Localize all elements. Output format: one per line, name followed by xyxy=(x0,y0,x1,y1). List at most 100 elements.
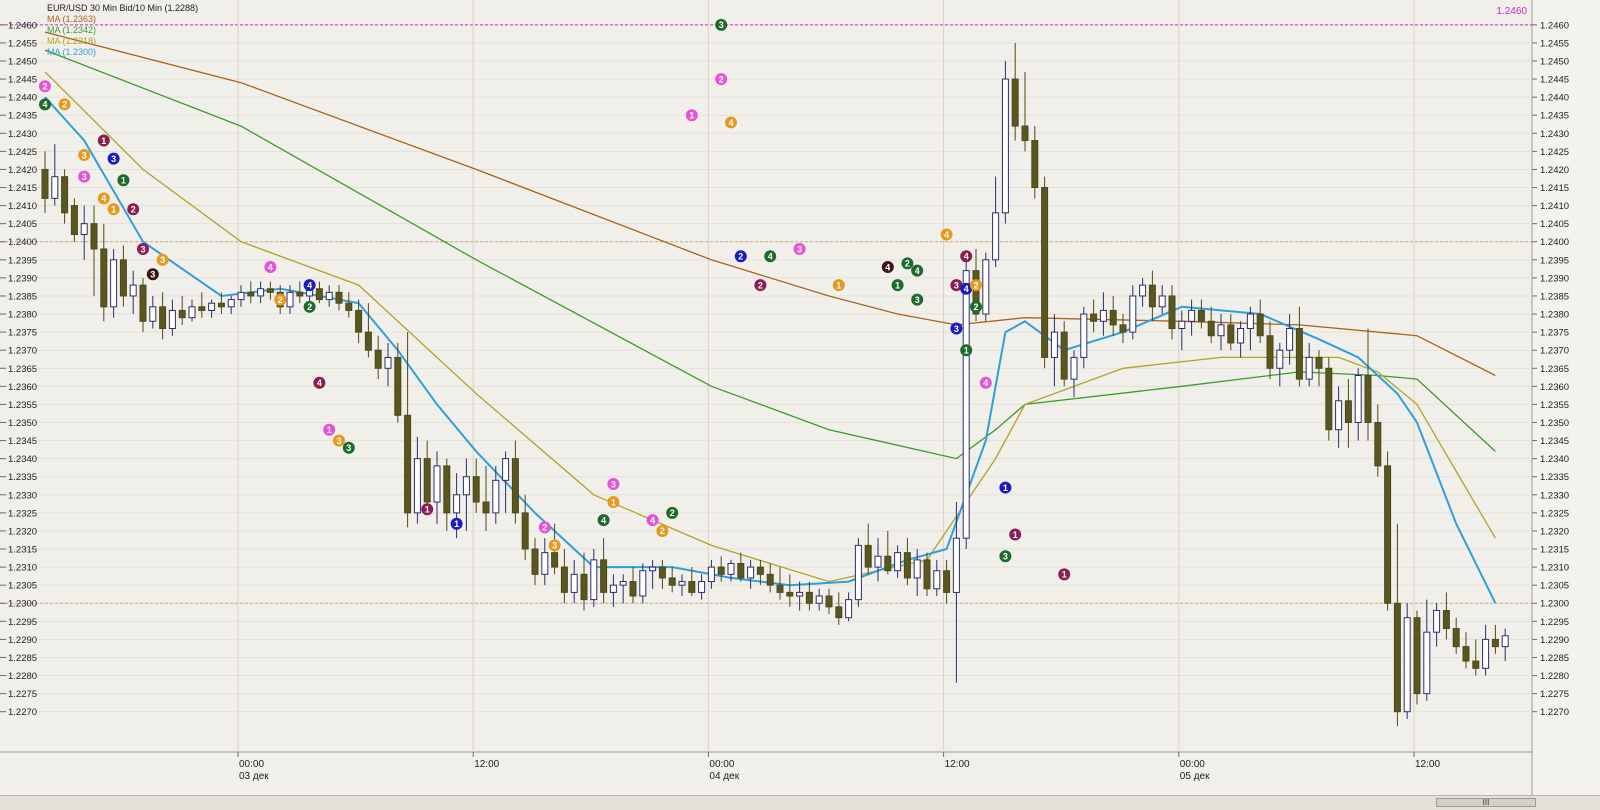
candle-body xyxy=(1452,628,1460,648)
signal-marker: 4 xyxy=(979,376,992,389)
candle-body xyxy=(609,584,617,593)
tick-label-y-left: 1.2300 xyxy=(8,599,37,610)
candle-body xyxy=(580,573,588,601)
candle-body xyxy=(1413,617,1421,695)
tick-label-y-left: 1.2325 xyxy=(8,508,37,519)
candle-body xyxy=(1158,295,1166,308)
signal-marker: 1 xyxy=(97,134,110,147)
signal-marker: 3 xyxy=(715,18,728,31)
tick-label-y: 1.2325 xyxy=(1540,508,1569,519)
tick-label-y: 1.2290 xyxy=(1540,635,1569,646)
tick-label-y-left: 1.2375 xyxy=(8,328,37,339)
candle xyxy=(982,252,990,322)
candle-body xyxy=(1276,349,1284,369)
candle-body xyxy=(345,302,353,311)
candle-body xyxy=(541,552,549,575)
legend-entry: MA (1.2363) xyxy=(47,14,96,24)
candle-body xyxy=(1393,602,1401,713)
signal-marker: 2 xyxy=(970,300,982,313)
candle-body xyxy=(90,223,98,250)
tick-label-y: 1.2365 xyxy=(1540,364,1569,375)
signal-marker-label: 4 xyxy=(650,515,655,525)
signal-marker-label: 4 xyxy=(964,284,969,294)
candle-body xyxy=(492,479,500,514)
signal-marker: 4 xyxy=(597,514,610,527)
signal-marker: 1 xyxy=(960,344,973,357)
candle-body xyxy=(815,595,823,604)
candlestick-chart[interactable]: 24 21333 141 23334422413311 23314 42213242243… xyxy=(0,0,1600,809)
signal-marker: 1 xyxy=(832,279,845,292)
tick-label-y-left: 1.2270 xyxy=(8,707,37,718)
tick-label-y: 1.2435 xyxy=(1540,111,1569,122)
signal-marker-label: 1 xyxy=(327,425,332,435)
signal-marker-label: 1 xyxy=(101,136,106,146)
candle-body xyxy=(727,562,735,575)
candle-body xyxy=(1442,609,1450,630)
tick-label-y: 1.2275 xyxy=(1540,689,1569,700)
candle-body xyxy=(1305,356,1313,380)
signal-marker: 2 xyxy=(58,98,71,111)
signal-marker: 3 xyxy=(548,539,561,552)
tick-label-y-left: 1.2365 xyxy=(8,364,37,375)
signal-marker: 2 xyxy=(901,257,914,270)
candle-body xyxy=(257,288,265,297)
tick-label-y-left: 1.2385 xyxy=(8,291,37,302)
signal-marker-label: 2 xyxy=(278,295,283,305)
signal-marker: 3 xyxy=(911,293,924,306)
signal-marker-label: 2 xyxy=(738,252,743,262)
candle xyxy=(854,538,862,607)
signal-marker: 4 xyxy=(39,98,51,111)
tick-label-y-left: 1.2305 xyxy=(8,581,37,592)
tick-label-y-left: 1.2275 xyxy=(8,689,37,700)
candle-body xyxy=(335,291,343,304)
signal-marker: 3 xyxy=(999,550,1012,563)
tick-label-y-left: 1.2315 xyxy=(8,545,37,556)
candle-body xyxy=(100,248,108,308)
candle-body xyxy=(129,284,137,297)
signal-marker-label: 4 xyxy=(885,262,890,272)
candle-body xyxy=(521,512,529,550)
candle-body xyxy=(70,205,78,236)
scrollbar-thumb[interactable]: III xyxy=(1436,798,1536,807)
tick-label-y: 1.2335 xyxy=(1540,472,1569,483)
tick-label-y: 1.2320 xyxy=(1540,526,1569,537)
candle-body xyxy=(698,581,706,593)
tick-label-y: 1.2300 xyxy=(1540,599,1569,610)
signal-marker-label: 2 xyxy=(973,280,978,290)
tick-label-y-left: 1.2360 xyxy=(8,382,37,393)
candle-body xyxy=(1237,328,1245,344)
signal-marker: 3 xyxy=(107,152,120,165)
candle-body xyxy=(355,309,363,333)
candle-body xyxy=(110,259,118,308)
candle-body xyxy=(394,356,402,416)
candle-body xyxy=(560,566,568,593)
candle-body xyxy=(1423,631,1431,695)
signal-marker-label: 1 xyxy=(1062,570,1067,580)
candle-body xyxy=(511,458,519,514)
candle-body xyxy=(903,552,911,579)
candle-body xyxy=(952,537,960,593)
candle-body xyxy=(1491,638,1499,648)
signal-marker-label: 2 xyxy=(62,100,67,110)
tick-label-y: 1.2350 xyxy=(1540,418,1569,429)
candle-body xyxy=(1374,421,1382,467)
horizontal-scrollbar[interactable]: III xyxy=(0,795,1600,810)
candle-body xyxy=(1129,295,1137,333)
signal-marker-label: 1 xyxy=(689,111,694,121)
signal-marker: 2 xyxy=(754,279,767,292)
signal-marker: 4 xyxy=(97,192,110,205)
tick-label-date: 03 дек xyxy=(239,771,269,782)
signal-marker-label: 1 xyxy=(121,176,126,186)
signal-marker-label: 2 xyxy=(719,74,724,84)
signal-marker-label: 4 xyxy=(983,378,988,388)
signal-marker: 2 xyxy=(538,521,551,534)
candle-body xyxy=(756,566,764,575)
signal-marker-label: 4 xyxy=(768,252,773,262)
candle-body xyxy=(413,458,421,514)
candle-body xyxy=(1090,313,1098,322)
signal-marker: 2 xyxy=(39,80,51,93)
candle-body xyxy=(1501,635,1509,648)
signal-marker-label: 3 xyxy=(160,255,165,265)
price-marker-label: 1.2460 xyxy=(1496,6,1527,17)
tick-label-x: 00:00 xyxy=(239,759,264,770)
